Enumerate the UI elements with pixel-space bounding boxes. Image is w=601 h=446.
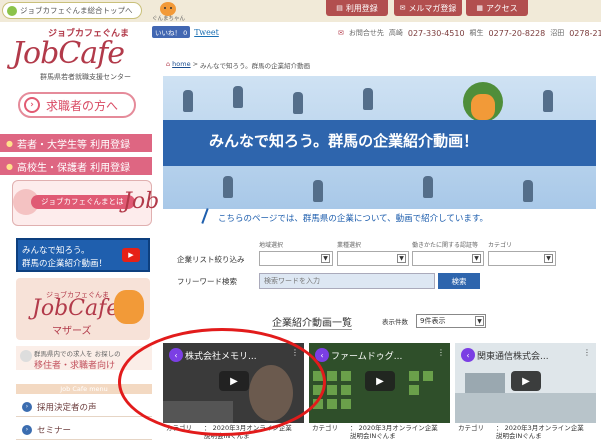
office-phone[interactable]: 0278-21-1155: [569, 29, 601, 38]
breadcrumb-sep: >: [192, 60, 199, 68]
filter-column-label: 業種選択: [337, 242, 362, 249]
play-icon[interactable]: ▶: [511, 371, 541, 391]
chevron-down-icon: ▼: [472, 254, 481, 263]
chevron-right-icon: ›: [22, 401, 32, 412]
chevron-down-icon: ▼: [475, 316, 484, 326]
filter-column-label: 働きかたに関する認証等: [412, 242, 479, 249]
list-title: 企業紹介動画一覧: [272, 314, 352, 330]
search-button[interactable]: 検索: [438, 273, 480, 289]
more-icon[interactable]: ⋮: [291, 348, 299, 357]
office-city: 沼田: [550, 29, 565, 37]
person-figure: [363, 88, 373, 110]
map-pin-icon: [20, 350, 32, 362]
play-icon[interactable]: ▶: [365, 371, 395, 391]
chevron-down-icon: ▼: [397, 254, 406, 263]
tweet-link[interactable]: Tweet: [194, 28, 219, 37]
register-youth-button[interactable]: ● 若者・大学生等 利用登録: [0, 134, 152, 152]
channel-avatar: ‹: [169, 348, 183, 362]
count-select[interactable]: 9件表示 ▼: [416, 314, 486, 328]
person-icon: ●: [6, 161, 13, 171]
office-city: 桐生: [469, 29, 484, 37]
home-link-label: ジョブカフェぐんま総合トップへ: [20, 6, 133, 15]
video-meta: カテゴリ： 2020年3月オンライン企業 説明会INぐんま: [458, 424, 584, 440]
relocation-banner[interactable]: 群馬県内での求人を お探しの 移住者・求職者向け: [16, 346, 152, 371]
certification-select[interactable]: ▼: [412, 251, 484, 266]
breadcrumb: ⌂ home > みんなで知ろう。群馬の企業紹介動画: [166, 60, 310, 70]
person-figure: [183, 90, 193, 112]
video-meta: カテゴリ： 2020年3月オンライン企業 説明会INぐんま: [166, 424, 292, 440]
slash-decoration: [201, 208, 209, 224]
building-icon: ▦: [476, 4, 483, 12]
menu-item-seminar[interactable]: › セミナー: [16, 420, 152, 440]
person-figure: [523, 180, 533, 202]
search-input[interactable]: 検索ワードを入力: [259, 273, 435, 289]
person-figure: [423, 176, 433, 198]
chevron-right-icon: ›: [22, 424, 32, 435]
mail-icon: ✉: [399, 4, 406, 12]
office-phone[interactable]: 0277-20-8228: [489, 29, 546, 38]
mascot-caption: ぐんまちゃん: [152, 16, 186, 22]
channel-avatar: ‹: [315, 348, 329, 362]
person-figure: [223, 176, 233, 198]
office-phone[interactable]: 027-330-4510: [408, 29, 465, 38]
leaf-icon: [7, 5, 17, 16]
more-icon[interactable]: ⋮: [437, 348, 445, 357]
home-link[interactable]: ジョブカフェぐんま総合トップへ: [2, 2, 142, 19]
mailmag-button[interactable]: ✉ メルマガ登録: [394, 0, 462, 16]
register-highschool-button[interactable]: ● 高校生・保護者 利用登録: [0, 157, 152, 175]
house-icon: ⌂: [166, 60, 171, 68]
hero-caption: みんなで知ろう。群馬の企業紹介動画！: [209, 132, 479, 150]
gunma-chan-icon: [471, 94, 495, 120]
hero-banner: みんなで知ろう。群馬の企業紹介動画！: [163, 76, 596, 209]
menu-item-voices[interactable]: › 採用決定者の声: [16, 397, 152, 417]
region-select[interactable]: ▼: [259, 251, 333, 266]
company-video-banner[interactable]: みんなで知ろう。 群馬の企業紹介動画！ ▶: [16, 238, 150, 272]
fb-like-button[interactable]: いいね！ 0: [152, 26, 191, 38]
video-card[interactable]: ‹ ファームドゥグ... ⋮ ▶: [309, 343, 450, 423]
breadcrumb-current: みんなで知ろう。群馬の企業紹介動画: [200, 62, 311, 70]
person-figure: [293, 92, 303, 114]
video-meta: カテゴリ： 2020年3月オンライン企業 説明会INぐんま: [312, 424, 438, 440]
more-icon[interactable]: ⋮: [583, 348, 591, 357]
contact-bar: ✉ お問合せ先 高崎 027-330-4510 桐生 0277-20-8228 …: [338, 28, 601, 38]
jobcafe-mothers-banner[interactable]: ジョブカフェぐんま JobCafe マザーズ: [16, 278, 150, 340]
chevron-down-icon: ▼: [321, 254, 330, 263]
contact-label: お問合せ先: [348, 29, 384, 37]
office-city: 高崎: [388, 29, 403, 37]
seeker-heading[interactable]: › 求職者の方へ: [18, 92, 136, 118]
count-label: 表示件数: [382, 318, 408, 326]
channel-avatar: ‹: [461, 348, 475, 362]
filter-row-label: 企業リスト絞り込み: [177, 255, 245, 264]
person-figure: [233, 86, 243, 108]
person-figure: [313, 180, 323, 202]
person-figure: [543, 90, 553, 112]
access-button[interactable]: ▦ アクセス: [466, 0, 528, 16]
video-card[interactable]: ‹ 関東通信株式会... ⋮ ▶: [455, 343, 596, 423]
site-logo[interactable]: ジョブカフェぐんま JobCafe 群馬県若者就職支援センター: [8, 24, 153, 82]
category-select[interactable]: ▼: [488, 251, 556, 266]
youtube-icon: ▶: [122, 248, 140, 262]
filter-column-label: 地域選択: [259, 242, 284, 249]
play-icon[interactable]: ▶: [219, 371, 249, 391]
breadcrumb-home[interactable]: home: [172, 60, 190, 70]
social-bar: いいね！ 0 Tweet: [152, 26, 219, 38]
menu-heading: Job Cafe menu: [16, 384, 152, 394]
register-button[interactable]: ▤ 利用登録: [326, 0, 388, 16]
video-card[interactable]: ‹ 株式会社メモリ... ⋮ ▶: [163, 343, 304, 423]
filter-column-label: カテゴリ: [488, 242, 513, 249]
chevron-right-icon: ›: [24, 97, 40, 113]
search-row-label: フリーワード検索: [177, 277, 237, 286]
doc-icon: ▤: [336, 4, 343, 12]
about-jobcafe-card[interactable]: ジョブカフェぐんまとは Job: [12, 180, 159, 226]
chevron-down-icon: ▼: [544, 254, 553, 263]
gunma-chan-icon: [114, 290, 144, 324]
person-icon: ●: [6, 138, 13, 148]
mail-icon: ✉: [338, 29, 344, 37]
industry-select[interactable]: ▼: [337, 251, 409, 266]
